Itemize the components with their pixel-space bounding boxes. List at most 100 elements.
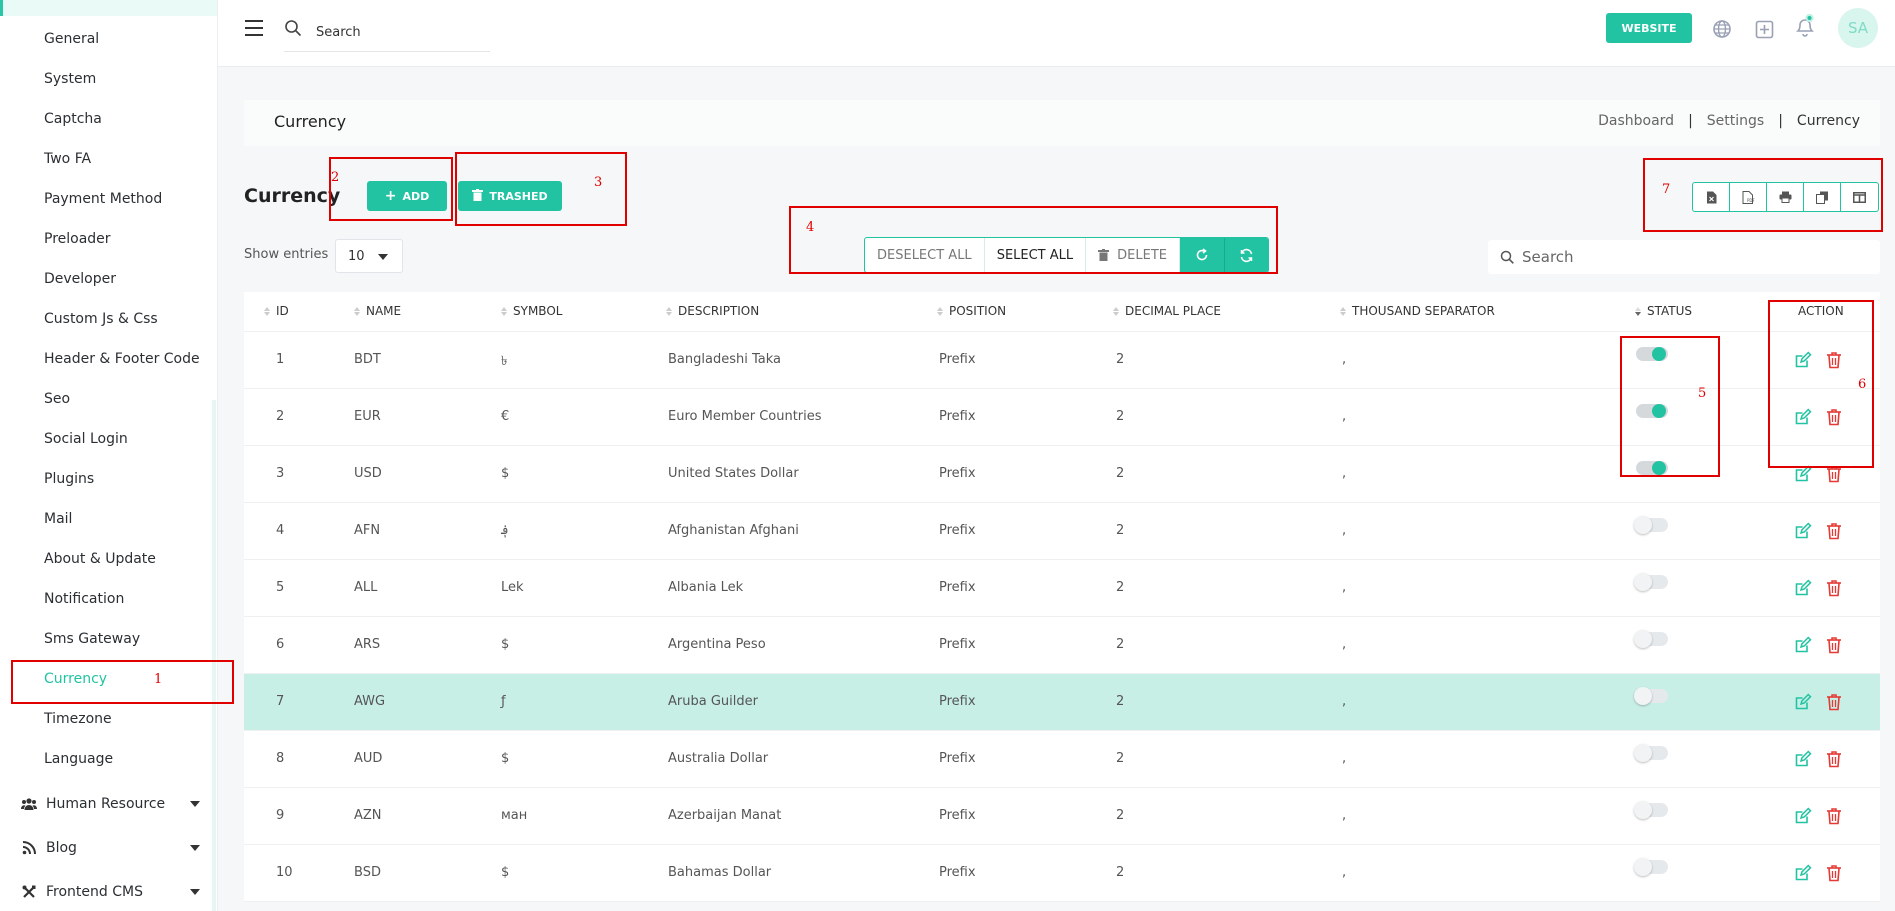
sidebar-group-frontend-cms[interactable]: Frontend CMS [20,881,200,903]
toggle-knob [1634,858,1652,876]
add-button[interactable]: + ADD [367,181,447,211]
status-toggle[interactable] [1636,347,1668,361]
column-header-status[interactable]: STATUS [1635,304,1692,318]
globe-icon[interactable] [1711,18,1733,40]
sidebar-item-header-footer-code[interactable]: Header & Footer Code [44,351,200,367]
column-header-symbol[interactable]: SYMBOL [501,304,562,318]
sidebar-item-about-update[interactable]: About & Update [44,551,156,567]
edit-icon[interactable] [1794,351,1812,369]
table-row[interactable]: 9 AZN ман Azerbaijan Manat Prefix 2, [244,788,1880,845]
sidebar-parent-active[interactable] [0,0,217,16]
delete-icon[interactable] [1826,465,1844,483]
table-row[interactable]: 2 EUR € Euro Member Countries Prefix 2, [244,389,1880,446]
sidebar-group-blog[interactable]: Blog [20,837,200,859]
table-row[interactable]: 7 AWG ƒ Aruba Guilder Prefix 2, [244,674,1880,731]
edit-icon[interactable] [1794,465,1812,483]
table-row[interactable]: 5 ALL Lek Albania Lek Prefix 2, [244,560,1880,617]
website-button[interactable]: WEBSITE [1606,13,1692,43]
status-toggle[interactable] [1634,516,1668,534]
status-toggle[interactable] [1634,687,1668,705]
trashed-button[interactable]: TRASHED [458,181,562,211]
edit-icon[interactable] [1794,693,1812,711]
deselect-all-button[interactable]: DESELECT ALL [865,238,985,272]
delete-icon[interactable] [1826,750,1844,768]
status-toggle[interactable] [1634,573,1668,591]
sidebar-scrollbar[interactable] [212,400,216,911]
page-header: Currency Dashboard | Settings | Currency [244,100,1880,146]
edit-icon[interactable] [1794,579,1812,597]
edit-icon[interactable] [1794,636,1812,654]
status-toggle[interactable] [1634,858,1668,876]
delete-icon[interactable] [1826,807,1844,825]
sidebar-item-currency[interactable]: Currency [44,671,107,687]
sidebar-item-notification[interactable]: Notification [44,591,124,607]
menu-toggle-icon[interactable] [245,20,263,36]
sidebar-item-system[interactable]: System [44,71,96,87]
table-row[interactable]: 3 USD $ United States Dollar Prefix 2, [244,446,1880,503]
pdf-icon[interactable]: PDF [1730,183,1767,211]
column-header-position[interactable]: POSITION [937,304,1006,318]
column-header-id[interactable]: ID [264,304,289,318]
global-search-input[interactable] [316,20,486,44]
toggle-knob [1634,573,1652,591]
table-row[interactable]: 10 BSD $ Bahamas Dollar Prefix 2, [244,845,1880,902]
edit-icon[interactable] [1794,522,1812,540]
sidebar-item-sms-gateway[interactable]: Sms Gateway [44,631,140,647]
sidebar-item-general[interactable]: General [44,31,99,47]
breadcrumb-dashboard[interactable]: Dashboard [1598,113,1674,129]
sidebar-group-label: Frontend CMS [46,884,143,900]
table-row[interactable]: 8 AUD $ Australia Dollar Prefix 2, [244,731,1880,788]
status-toggle[interactable] [1636,461,1668,475]
edit-icon[interactable] [1794,807,1812,825]
status-toggle[interactable] [1636,404,1668,418]
sidebar-item-payment-method[interactable]: Payment Method [44,191,162,207]
delete-icon[interactable] [1826,693,1844,711]
delete-icon[interactable] [1826,408,1844,426]
copy-icon[interactable] [1804,183,1841,211]
delete-icon[interactable] [1826,636,1844,654]
select-all-button[interactable]: SELECT ALL [985,238,1087,272]
table-row[interactable]: 1 BDT ৳ Bangladeshi Taka Prefix 2, [244,332,1880,389]
table-row[interactable]: 4 AFN ؋ Afghanistan Afghani Prefix 2, [244,503,1880,560]
status-toggle[interactable] [1634,630,1668,648]
status-toggle[interactable] [1634,801,1668,819]
sidebar-item-custom-js-css[interactable]: Custom Js & Css [44,311,158,327]
sidebar-item-timezone[interactable]: Timezone [44,711,112,727]
entries-select[interactable]: 10 [335,239,403,273]
sync-icon[interactable] [1223,238,1268,272]
delete-icon[interactable] [1826,351,1844,369]
delete-icon[interactable] [1826,864,1844,882]
sidebar-item-plugins[interactable]: Plugins [44,471,94,487]
column-header-name[interactable]: NAME [354,304,401,318]
bell-icon[interactable] [1794,14,1816,37]
columns-icon[interactable] [1841,183,1878,211]
sidebar-item-developer[interactable]: Developer [44,271,116,287]
breadcrumb-settings[interactable]: Settings [1707,113,1764,129]
sidebar-item-captcha[interactable]: Captcha [44,111,102,127]
edit-icon[interactable] [1794,408,1812,426]
print-icon[interactable] [1767,183,1804,211]
status-toggle[interactable] [1634,744,1668,762]
reload-icon[interactable] [1179,238,1224,272]
excel-icon[interactable] [1693,183,1730,211]
table-search-input[interactable] [1522,245,1862,269]
user-avatar[interactable]: SA [1838,8,1878,48]
edit-icon[interactable] [1794,864,1812,882]
delete-icon[interactable] [1826,522,1844,540]
delete-button[interactable]: DELETE [1086,238,1180,272]
sidebar-item-seo[interactable]: Seo [44,391,70,407]
sidebar-item-preloader[interactable]: Preloader [44,231,111,247]
plus-square-icon[interactable] [1753,18,1775,40]
table-row[interactable]: 6 ARS $ Argentina Peso Prefix 2, [244,617,1880,674]
sidebar-item-two-fa[interactable]: Two FA [44,151,91,167]
column-header-decimal-place[interactable]: DECIMAL PLACE [1113,304,1221,318]
sidebar-item-social-login[interactable]: Social Login [44,431,128,447]
column-header-thousand-separator[interactable]: THOUSAND SEPARATOR [1340,304,1495,318]
edit-icon[interactable] [1794,750,1812,768]
breadcrumb-separator: | [1688,113,1693,129]
column-header-description[interactable]: DESCRIPTION [666,304,759,318]
sidebar-group-human-resource[interactable]: Human Resource [20,793,200,815]
sidebar-item-mail[interactable]: Mail [44,511,72,527]
delete-icon[interactable] [1826,579,1844,597]
sidebar-item-language[interactable]: Language [44,751,113,767]
